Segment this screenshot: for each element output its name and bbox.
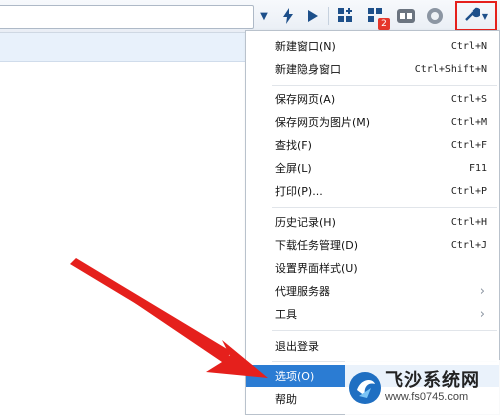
logo-icon (349, 372, 381, 404)
watermark-url: www.fs0745.com (385, 391, 469, 403)
watermark-title: 飞沙系统网 (385, 370, 480, 391)
annotation-arrow (70, 258, 268, 378)
watermark-logo: 飞沙系统网 www.fs0745.com (345, 360, 500, 415)
